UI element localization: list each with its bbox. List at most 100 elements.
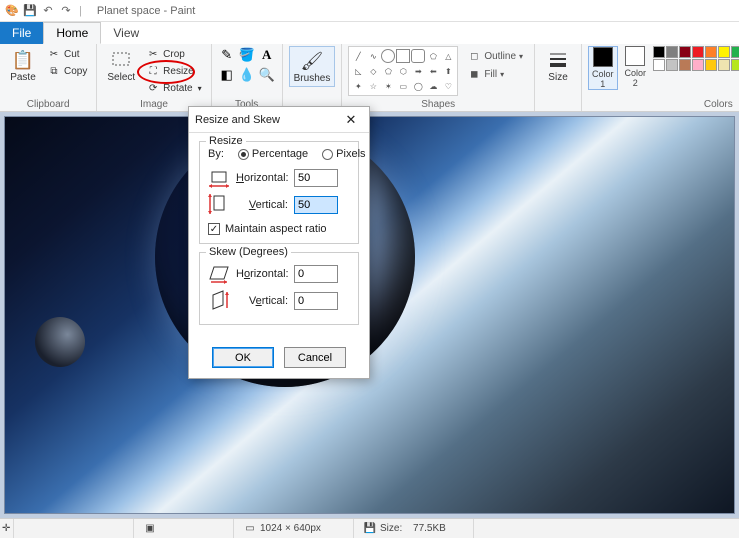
shape-cloud[interactable]: ☁: [426, 79, 440, 93]
resize-vertical-input[interactable]: [294, 196, 338, 214]
maintain-aspect-checkbox[interactable]: ✓ Maintain aspect ratio: [208, 223, 350, 235]
color-swatch[interactable]: [679, 59, 691, 71]
color-swatch[interactable]: [718, 46, 730, 58]
separator: |: [79, 5, 82, 17]
shape-polygon[interactable]: ⬠: [426, 49, 440, 63]
color-swatch[interactable]: [731, 46, 739, 58]
skew-legend: Skew (Degrees): [206, 246, 291, 258]
cut-button[interactable]: ✂Cut: [44, 46, 90, 62]
radio-pixels[interactable]: Pixels: [322, 148, 365, 160]
app-icon: 🎨: [4, 3, 20, 19]
radio-percentage[interactable]: Percentage: [238, 148, 308, 160]
shape-callout[interactable]: ▭: [396, 79, 410, 93]
cancel-button[interactable]: Cancel: [284, 347, 346, 368]
paste-button[interactable]: 📋 Paste: [6, 46, 40, 85]
shape-callout2[interactable]: ◯: [411, 79, 425, 93]
window-title: Planet space - Paint: [97, 5, 195, 17]
shape-oval[interactable]: [381, 49, 395, 63]
eraser-tool[interactable]: ◧: [218, 66, 236, 84]
cursor-pos: [14, 519, 134, 538]
shape-line[interactable]: ╱: [351, 49, 365, 63]
group-brushes: 🖌 Brushes: [283, 44, 343, 111]
shape-diamond[interactable]: ◇: [366, 64, 380, 78]
save-icon[interactable]: 💾: [22, 3, 38, 19]
color-swatch[interactable]: [692, 59, 704, 71]
shape-star5[interactable]: ☆: [366, 79, 380, 93]
resize-button[interactable]: ⛶Resize: [143, 63, 204, 79]
shape-hexagon[interactable]: ⬡: [396, 64, 410, 78]
color-swatch[interactable]: [653, 46, 665, 58]
select-button[interactable]: Select: [103, 46, 139, 85]
tab-file[interactable]: File: [0, 22, 43, 44]
file-size: 💾Size: 77.5KB: [354, 519, 474, 538]
color-swatch[interactable]: [666, 59, 678, 71]
shape-star4[interactable]: ✦: [351, 79, 365, 93]
resize-fieldset: Resize By: Percentage Pixels Horizontal:…: [199, 141, 359, 244]
status-bar: ✛ ▣ ▭1024 × 640px 💾Size: 77.5KB: [0, 518, 739, 538]
zoom-tool[interactable]: 🔍: [258, 66, 276, 84]
shape-star6[interactable]: ✶: [381, 79, 395, 93]
selection-size: ▣: [134, 519, 234, 538]
shape-curve[interactable]: ∿: [366, 49, 380, 63]
rotate-icon: ⟳: [146, 83, 160, 94]
undo-icon[interactable]: ↶: [40, 3, 56, 19]
shape-arrowr[interactable]: ➡: [411, 64, 425, 78]
color-swatch[interactable]: [718, 59, 730, 71]
color2-swatch: [625, 46, 645, 66]
fill-button[interactable]: ◼Fill▾: [464, 66, 526, 82]
copy-button[interactable]: ⧉Copy: [44, 63, 90, 79]
skew-fieldset: Skew (Degrees) Horizontal: Vertical:: [199, 252, 359, 325]
tab-home[interactable]: Home: [43, 22, 101, 44]
picker-tool[interactable]: 💧: [238, 66, 256, 84]
redo-icon[interactable]: ↷: [58, 3, 74, 19]
shape-rect[interactable]: [396, 49, 410, 63]
color1-button[interactable]: Color 1: [588, 46, 618, 90]
select-icon: [109, 48, 133, 72]
size-button[interactable]: Size: [541, 46, 575, 85]
dialog-titlebar[interactable]: Resize and Skew ✕: [189, 107, 369, 133]
color-swatch[interactable]: [666, 46, 678, 58]
resize-horizontal-input[interactable]: [294, 169, 338, 187]
color-swatch[interactable]: [731, 59, 739, 71]
color-swatch[interactable]: [653, 59, 665, 71]
size-icon: [546, 48, 570, 72]
paste-icon: 📋: [11, 48, 35, 72]
pencil-tool[interactable]: ✎: [218, 46, 236, 64]
text-tool[interactable]: A: [258, 46, 276, 64]
brushes-button[interactable]: 🖌 Brushes: [289, 46, 336, 87]
shape-roundrect[interactable]: [411, 49, 425, 63]
shape-pentagon[interactable]: ⬠: [381, 64, 395, 78]
maintain-label: Maintain aspect ratio: [225, 223, 327, 235]
outline-button[interactable]: ◻Outline▾: [464, 48, 526, 64]
resize-h-icon: [208, 166, 230, 190]
colors-group-label: Colors: [588, 99, 739, 111]
shape-arrowu[interactable]: ⬆: [441, 64, 455, 78]
shape-rtriangle[interactable]: ◺: [351, 64, 365, 78]
shape-arrowl[interactable]: ⬅: [426, 64, 440, 78]
color2-button[interactable]: Color 2: [622, 46, 650, 88]
shape-triangle[interactable]: △: [441, 49, 455, 63]
ok-button[interactable]: OK: [212, 347, 274, 368]
resize-v-icon: [208, 193, 230, 217]
resize-v-label: Vertical:: [236, 199, 288, 211]
color-swatch[interactable]: [705, 46, 717, 58]
skew-vertical-input[interactable]: [294, 292, 338, 310]
skew-v-label: Vertical:: [236, 295, 288, 307]
crop-icon: ✂: [146, 49, 160, 60]
color-swatch[interactable]: [692, 46, 704, 58]
paste-label: Paste: [10, 72, 36, 83]
clipboard-group-label: Clipboard: [6, 99, 90, 111]
skew-h-label: Horizontal:: [236, 268, 288, 280]
shapes-gallery[interactable]: ╱ ∿ ⬠ △ ◺ ◇ ⬠ ⬡ ➡ ⬅ ⬆ ✦ ☆ ✶: [348, 46, 458, 96]
color-swatch[interactable]: [705, 59, 717, 71]
tab-view[interactable]: View: [101, 22, 151, 44]
resize-skew-dialog: Resize and Skew ✕ Resize By: Percentage …: [188, 106, 370, 379]
group-size: Size: [535, 44, 582, 111]
color-swatch[interactable]: [679, 46, 691, 58]
shape-heart[interactable]: ♡: [441, 79, 455, 93]
close-icon[interactable]: ✕: [339, 111, 363, 129]
skew-horizontal-input[interactable]: [294, 265, 338, 283]
color-palette: [653, 46, 739, 71]
fill-tool[interactable]: 🪣: [238, 46, 256, 64]
checkbox-icon: ✓: [208, 223, 220, 235]
